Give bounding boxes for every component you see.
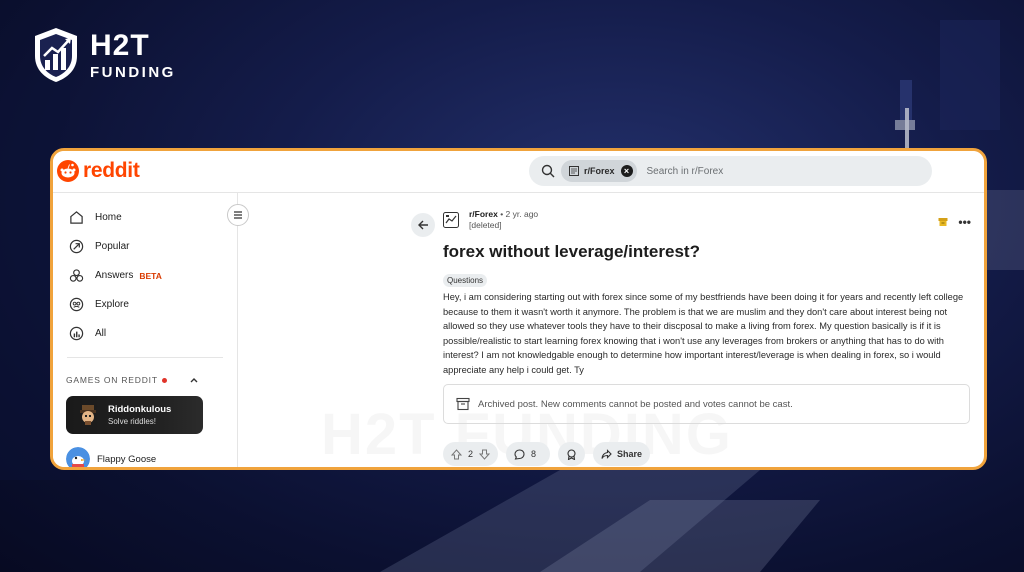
answers-icon [69,269,84,282]
subreddit-chip-icon [569,166,579,176]
subreddit-avatar-icon[interactable] [443,212,459,228]
post-header-actions: ••• [938,215,971,229]
brand-subname: FUNDING [90,63,176,81]
post-age: 2 yr. ago [505,209,539,219]
popular-icon [69,239,84,254]
post-body: Hey, i am considering starting out with … [443,292,964,375]
share-button[interactable]: Share [593,442,651,466]
game-title: Riddonkulous [108,404,172,415]
close-icon[interactable]: × [620,165,633,177]
sidebar-item-label: All [95,328,107,339]
post-meta: r/Forex • 2 yr. ago [deleted] [443,209,538,230]
share-icon [601,448,612,459]
top-bar: reddit r/Forex × Search in r/Forex [53,151,984,193]
h2t-funding-logo: H2T FUNDING [32,26,176,84]
games-section-header[interactable]: GAMES ON REDDIT [53,373,237,387]
sidebar-item-all[interactable]: All [53,319,237,348]
search-icon [541,164,555,178]
riddonkulous-icon [80,405,96,425]
collapse-sidebar-button[interactable] [227,204,249,226]
sidebar-divider [67,357,223,358]
post-author: [deleted] [469,220,502,230]
upvote-icon[interactable] [451,448,462,460]
vote-count: 2 [468,449,474,459]
beta-badge: BETA [139,270,162,281]
more-options-icon[interactable]: ••• [958,215,971,229]
games-header-label: GAMES ON REDDIT [66,375,158,385]
post-action-bar: 2 8 Share [443,442,658,466]
explore-icon [69,297,84,312]
post-title: forex without leverage/interest? [443,242,700,261]
comments-button[interactable]: 8 [506,442,551,466]
search-input[interactable]: Search in r/Forex [647,166,724,177]
share-label: Share [617,449,643,459]
sidebar-item-home[interactable]: Home [53,203,237,232]
comment-count: 8 [531,449,537,459]
downvote-icon[interactable] [479,449,491,460]
sidebar-item-label: Answers [95,270,134,281]
reddit-logo[interactable]: reddit [57,159,140,183]
arrow-left-icon [418,220,428,230]
flappy-goose-icon [66,447,90,467]
search-scope-chip[interactable]: r/Forex × [561,160,637,182]
award-icon [567,448,576,460]
sidebar-item-explore[interactable]: Explore [53,290,237,319]
game-subtitle: Solve riddles! [108,417,157,426]
featured-game-card[interactable]: Riddonkulous Solve riddles! [66,396,203,434]
archive-badge-icon [938,218,948,226]
archived-text: Archived post. New comments cannot be po… [478,398,793,410]
game-item-flappy-goose[interactable]: Flappy Goose [66,447,237,467]
archived-notice: Archived post. New comments cannot be po… [443,384,970,424]
left-sidebar: Home Popular Answers BETA Explore All GA… [53,193,238,467]
archive-icon [456,397,470,411]
reddit-alien-icon [57,160,79,182]
comment-icon [514,448,525,460]
sidebar-item-label: Explore [95,299,129,310]
home-icon [70,211,83,224]
notification-dot [161,377,167,383]
reddit-window: H2T FUNDING reddit [50,148,987,470]
sidebar-item-answers[interactable]: Answers BETA [53,261,237,290]
subreddit-link[interactable]: r/Forex [469,209,498,219]
post-flair[interactable]: Questions [443,274,488,287]
hamburger-icon [234,211,242,219]
sidebar-item-label: Popular [95,241,130,252]
search-bar[interactable]: r/Forex × Search in r/Forex [529,156,932,186]
shield-chart-icon [35,28,77,82]
vote-control: 2 [443,442,499,466]
search-chip-label: r/Forex [584,166,615,176]
brand-name: H2T [90,28,150,62]
all-icon [69,326,84,341]
reddit-wordmark: reddit [83,159,140,182]
sidebar-item-label: Home [95,212,122,223]
game-title: Flappy Goose [97,453,157,465]
sidebar-item-popular[interactable]: Popular [53,232,237,261]
award-button[interactable] [558,442,586,466]
chevron-up-icon[interactable] [189,375,199,385]
back-button[interactable] [411,213,435,237]
